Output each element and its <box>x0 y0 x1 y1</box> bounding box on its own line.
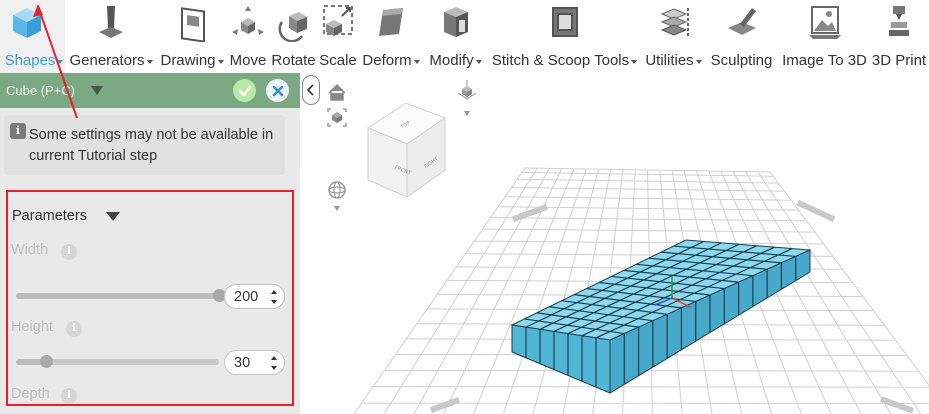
chevron-down-icon <box>217 60 224 64</box>
collapse-panel-button[interactable] <box>302 75 320 105</box>
width-slider-fill <box>16 293 219 299</box>
tool-sculpting[interactable]: Sculpting <box>705 0 778 73</box>
info-icon: i <box>10 123 26 139</box>
parameters-title: Parameters <box>12 208 87 224</box>
tool-3d-shapes-label: D Shapes <box>0 52 56 69</box>
info-icon[interactable]: i <box>61 244 77 260</box>
tool-sculpting-label: Sculpting <box>710 52 773 69</box>
chevron-down-icon[interactable] <box>464 111 470 116</box>
height-slider-thumb[interactable] <box>39 355 53 368</box>
height-slider[interactable] <box>16 355 219 368</box>
width-stepper-icon[interactable] <box>271 290 278 304</box>
tool-drawing[interactable]: Drawing <box>157 0 227 73</box>
chevron-down-icon <box>146 60 153 64</box>
3d-viewport[interactable]: FRONT RIGHT TOP <box>300 73 929 414</box>
tool-stitch-scoop-label: Stitch & Scoop Tools <box>491 52 630 69</box>
tool-rotate-label: Rotate <box>271 52 316 69</box>
tool-modify-label: Modify <box>429 52 474 69</box>
chevron-down-icon <box>631 60 638 64</box>
drawing-icon <box>181 7 205 42</box>
scale-icon <box>323 5 353 36</box>
width-slider[interactable] <box>16 289 226 302</box>
3d-print-icon <box>889 6 909 36</box>
cube-shapes-icon <box>12 8 41 38</box>
grid-line <box>472 168 575 414</box>
deform-icon <box>379 8 403 36</box>
confirm-button[interactable] <box>233 79 256 102</box>
view-cube[interactable]: FRONT RIGHT TOP <box>366 102 447 198</box>
depth-label: Depth <box>11 386 50 402</box>
tool-stitch-scoop[interactable]: Stitch & Scoop Tools <box>487 0 642 73</box>
grid-line <box>353 167 526 414</box>
tool-image-to-3d[interactable]: Image To 3D <box>778 0 871 73</box>
grid-line <box>383 167 538 414</box>
3d-scene[interactable]: FRONT RIGHT TOP <box>300 73 929 414</box>
chevron-down-icon <box>475 60 482 64</box>
utilities-icon <box>660 8 689 36</box>
width-value: 200 <box>234 288 259 305</box>
panel-header: Cube (P+C) <box>0 73 300 108</box>
home-view-icon[interactable] <box>328 83 346 101</box>
chevron-down-icon <box>695 60 702 64</box>
parameters-section: Parameters Width i 200 Height i 30 Depth… <box>6 190 294 406</box>
tool-deform[interactable]: Deform <box>358 0 424 73</box>
height-stepper-icon[interactable] <box>271 356 278 370</box>
stitch-scoop-icon <box>551 7 578 37</box>
tool-3d-print-label: 3D Print <box>871 52 927 69</box>
tool-generators-label: Generators <box>69 52 145 69</box>
tool-3d-shapes[interactable]: D Shapes <box>0 0 65 73</box>
generators-icon <box>99 6 123 38</box>
grid-line <box>757 171 922 414</box>
sculpting-icon <box>727 8 756 35</box>
info-icon[interactable]: i <box>61 388 77 404</box>
tutorial-notice-text: Some settings may not be available in cu… <box>29 127 274 164</box>
close-icon <box>272 85 283 96</box>
grid-line <box>373 386 929 388</box>
tutorial-notice: i Some settings may not be available in … <box>4 115 285 175</box>
image-to-3d-icon <box>808 6 841 39</box>
tool-scale[interactable]: Scale <box>318 0 358 73</box>
tool-image-to-3d-label: Image To 3D <box>782 52 867 69</box>
tool-move-label: Move <box>229 52 267 69</box>
tool-utilities-label: Utilities <box>645 52 694 69</box>
grid-line <box>413 168 550 414</box>
panel-title: Cube (P+C) <box>6 83 75 98</box>
tool-modify[interactable]: Modify <box>424 0 487 73</box>
height-value: 30 <box>234 354 251 371</box>
modify-icon <box>443 7 468 37</box>
chevron-down-icon <box>413 60 420 64</box>
cube-model[interactable] <box>510 239 811 394</box>
checkmark-icon <box>238 85 251 96</box>
height-label: Height <box>11 319 53 335</box>
tool-move[interactable]: Move <box>227 0 269 73</box>
grid-line <box>769 171 929 386</box>
width-label: Width <box>11 242 49 258</box>
tool-deform-label: Deform <box>362 52 412 69</box>
chevron-down-icon[interactable] <box>334 206 340 211</box>
tool-utilities[interactable]: Utilities <box>642 0 705 73</box>
cube-settings-panel: Cube (P+C) i Some settings may not be av… <box>0 73 300 414</box>
tool-scale-label: Scale <box>319 52 357 69</box>
tool-rotate[interactable]: Rotate <box>269 0 318 73</box>
main-toolbar: D Shapes Generators Drawing Move <box>0 0 929 73</box>
parameters-collapse-icon[interactable] <box>106 212 120 221</box>
app-window: D Shapes Generators Drawing Move <box>0 0 929 414</box>
orbit-icon[interactable] <box>328 181 346 199</box>
info-icon[interactable]: i <box>66 321 82 337</box>
fit-view-icon[interactable] <box>327 108 347 127</box>
chevron-down-icon <box>57 60 64 64</box>
height-input[interactable]: 30 <box>224 350 285 375</box>
tool-generators[interactable]: Generators <box>65 0 157 73</box>
tool-3d-print[interactable]: 3D Print <box>871 0 927 73</box>
rotate-icon <box>278 12 307 42</box>
tool-drawing-label: Drawing <box>160 52 216 69</box>
width-input[interactable]: 200 <box>224 284 285 309</box>
panel-collapse-toggle-icon[interactable] <box>91 86 103 95</box>
cancel-button[interactable] <box>266 79 289 102</box>
chevron-left-icon <box>306 84 314 96</box>
move-icon <box>232 6 264 35</box>
grid-label <box>796 199 836 223</box>
projection-icon[interactable] <box>457 80 477 100</box>
